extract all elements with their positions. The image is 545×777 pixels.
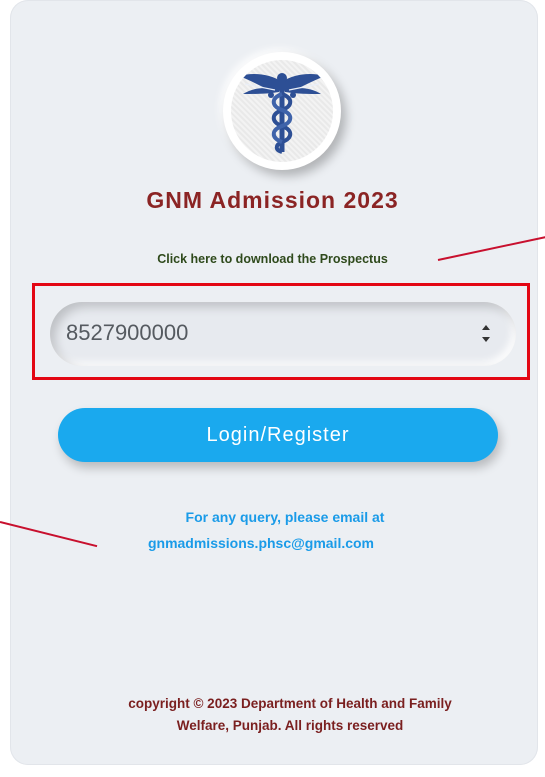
phone-number-input[interactable]	[66, 320, 446, 346]
page-title: GNM Admission 2023	[146, 187, 399, 213]
caduceus-icon	[231, 60, 333, 162]
phone-input-wrapper	[50, 302, 516, 366]
number-spinner[interactable]	[482, 321, 492, 347]
login-register-button[interactable]: Login/Register	[58, 408, 498, 462]
support-email-link[interactable]: gnmadmissions.phsc@gmail.com	[0, 535, 522, 551]
logo-badge	[223, 52, 341, 170]
copyright-line-2: Welfare, Punjab. All rights reserved	[176, 718, 404, 733]
spinner-down-icon[interactable]	[482, 337, 490, 342]
copyright-line-1: copyright © 2023 Department of Health an…	[128, 696, 452, 711]
query-text: For any query, please email at	[185, 509, 385, 525]
spinner-up-icon[interactable]	[482, 325, 490, 330]
copyright-footer: copyright © 2023 Department of Health an…	[55, 693, 525, 737]
